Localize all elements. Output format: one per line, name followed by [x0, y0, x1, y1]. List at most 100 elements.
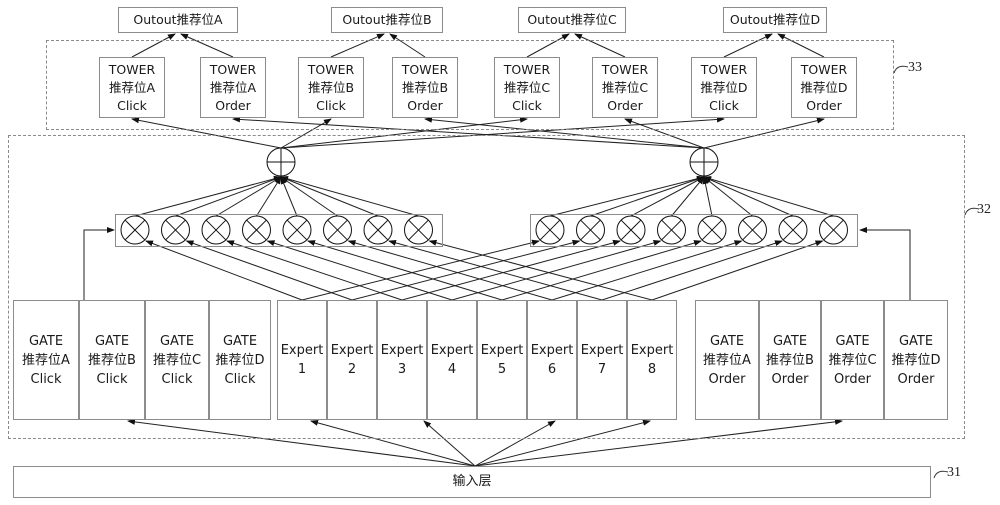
tower-box-l3: Click: [316, 97, 346, 113]
tower-box-l1: TOWER: [700, 61, 748, 77]
output-box: Outout推荐位D: [723, 7, 827, 33]
tower-box-l1: TOWER: [108, 61, 156, 77]
tower-box: TOWER 推荐位B Click: [298, 57, 364, 118]
gate-click-box-l3: Click: [161, 371, 193, 387]
gate-click-box: GATE 推荐位A Click: [13, 300, 79, 420]
expert-box-l1: Expert: [330, 343, 374, 358]
gate-order-box: GATE 推荐位B Order: [759, 300, 821, 420]
tower-box-l3: Order: [806, 97, 842, 113]
output-box: Outout推荐位B: [331, 7, 443, 33]
gate-click-box-l1: GATE: [222, 333, 258, 349]
gate-order-box: GATE 推荐位C Order: [821, 300, 884, 420]
gate-order-box: GATE 推荐位D Order: [884, 300, 948, 420]
gate-click-box-l3: Click: [30, 371, 62, 387]
expert-box: Expert 1: [277, 300, 327, 420]
expert-box-l1: Expert: [630, 343, 674, 358]
expert-box-l1: Expert: [430, 343, 474, 358]
gate-click-box-l1: GATE: [28, 333, 64, 349]
expert-box-l2: 7: [597, 362, 607, 377]
gate-order-box-l1: GATE: [835, 333, 870, 349]
tower-box: TOWER 推荐位C Order: [592, 57, 658, 118]
expert-box-l1: Expert: [530, 343, 574, 358]
expert-box: Expert 7: [577, 300, 627, 420]
multiplier-row-click: [115, 214, 443, 247]
tower-box-l2: 推荐位B: [307, 79, 355, 95]
expert-box-l2: 8: [647, 362, 657, 377]
expert-box: Expert 5: [477, 300, 527, 420]
expert-box-l1: Expert: [280, 343, 324, 358]
gate-order-box: GATE 推荐位A Order: [695, 300, 759, 420]
gate-click-box-l1: GATE: [94, 333, 130, 349]
expert-box-l2: 3: [397, 362, 407, 377]
ref-label-33: 33: [908, 60, 922, 75]
gate-click-box-l2: 推荐位C: [152, 352, 202, 368]
tower-box: TOWER 推荐位A Click: [99, 57, 165, 118]
ref-leader-32: [964, 207, 980, 216]
expert-box: Expert 3: [377, 300, 427, 420]
gate-order-box-l3: Order: [897, 371, 935, 387]
expert-box: Expert 2: [327, 300, 377, 420]
input-layer-label: 输入层: [452, 474, 492, 489]
expert-box: Expert 8: [627, 300, 677, 420]
tower-box: TOWER 推荐位D Order: [791, 57, 857, 118]
tower-group: [46, 40, 894, 130]
tower-box-l3: Click: [709, 97, 739, 113]
output-box-label: Outout推荐位A: [133, 12, 223, 27]
gate-click-box: GATE 推荐位C Click: [145, 300, 209, 420]
ref-leader-33: [893, 65, 909, 74]
tower-box: TOWER 推荐位C Click: [494, 57, 560, 118]
output-box-label: Outout推荐位B: [342, 12, 432, 27]
tower-box-l2: 推荐位A: [209, 79, 257, 95]
expert-box-l2: 4: [447, 362, 457, 377]
gate-order-box-l2: 推荐位A: [703, 352, 751, 368]
tower-box-l1: TOWER: [209, 61, 257, 77]
tower-box-l1: TOWER: [307, 61, 355, 77]
tower-box-l1: TOWER: [401, 61, 449, 77]
gate-click-box-l3: Click: [224, 371, 256, 387]
tower-box-l2: 推荐位C: [601, 79, 649, 95]
tower-box-l3: Order: [607, 97, 643, 113]
gate-order-box-l1: GATE: [898, 333, 934, 349]
output-box-label: Outout推荐位D: [729, 12, 821, 27]
output-box: Outout推荐位C: [518, 7, 626, 33]
output-box-label: Outout推荐位C: [527, 12, 617, 27]
multiplier-row-order: [530, 214, 858, 247]
gate-click-box-l1: GATE: [159, 333, 195, 349]
tower-box-l2: 推荐位C: [503, 79, 551, 95]
gate-order-box-l2: 推荐位B: [766, 352, 814, 368]
tower-box: TOWER 推荐位A Order: [200, 57, 266, 118]
ref-leader-31: [933, 470, 949, 479]
expert-box: Expert 6: [527, 300, 577, 420]
tower-box-l3: Click: [117, 97, 147, 113]
tower-box-l2: 推荐位A: [108, 79, 156, 95]
gate-click-box-l2: 推荐位A: [22, 352, 70, 368]
tower-box-l1: TOWER: [601, 61, 649, 77]
gate-order-box-l1: GATE: [709, 333, 745, 349]
gate-click-box-l2: 推荐位D: [215, 352, 265, 368]
expert-box-l1: Expert: [380, 343, 424, 358]
expert-box-l2: 5: [497, 362, 507, 377]
ref-label-31: 31: [947, 465, 961, 480]
tower-box-l1: TOWER: [800, 61, 848, 77]
gate-order-box-l2: 推荐位C: [828, 352, 877, 368]
gate-click-box-l2: 推荐位B: [88, 352, 136, 368]
expert-box-l2: 1: [297, 362, 307, 377]
tower-box-l3: Order: [407, 97, 443, 113]
tower-box-l2: 推荐位D: [700, 79, 748, 95]
gate-order-box-l2: 推荐位D: [891, 352, 941, 368]
tower-box: TOWER 推荐位B Order: [392, 57, 458, 118]
gate-order-box-l3: Order: [834, 371, 871, 387]
expert-box: Expert 4: [427, 300, 477, 420]
expert-box-l2: 2: [347, 362, 357, 377]
gate-click-box: GATE 推荐位B Click: [79, 300, 145, 420]
tower-box-l3: Order: [215, 97, 251, 113]
expert-box-l1: Expert: [580, 343, 624, 358]
tower-box-l2: 推荐位B: [401, 79, 449, 95]
input-layer: 输入层: [13, 466, 931, 498]
tower-box-l1: TOWER: [503, 61, 551, 77]
tower-box-l3: Click: [512, 97, 542, 113]
expert-box-l2: 6: [547, 362, 557, 377]
gate-click-box: GATE 推荐位D Click: [209, 300, 271, 420]
tower-box-l2: 推荐位D: [800, 79, 848, 95]
expert-box-l1: Expert: [480, 343, 524, 358]
